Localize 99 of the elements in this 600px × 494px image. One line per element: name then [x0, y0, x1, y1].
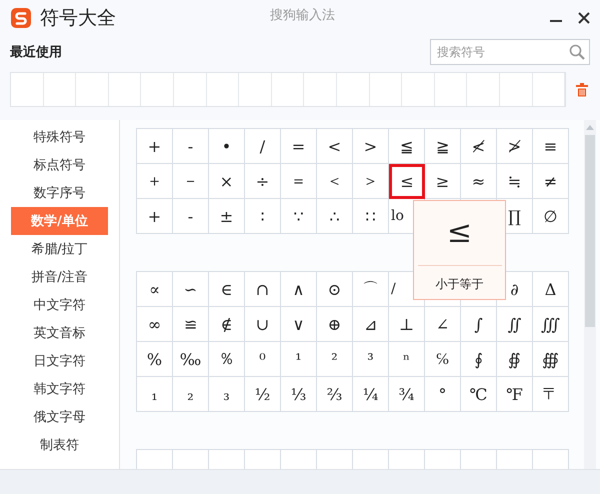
- symbol-cell[interactable]: <: [317, 129, 353, 164]
- trash-icon[interactable]: [576, 82, 588, 96]
- symbol-cell[interactable]: ＝: [281, 164, 317, 199]
- symbol-cell[interactable]: ∞: [137, 307, 173, 342]
- symbol-cell[interactable]: 〒: [533, 377, 569, 412]
- symbol-cell[interactable]: ∈: [209, 272, 245, 307]
- tooltip-name: 小于等于: [436, 276, 484, 293]
- symbol-cell[interactable]: ²: [317, 342, 353, 377]
- symbol-cell[interactable]: ∬: [497, 307, 533, 342]
- symbol-cell[interactable]: ⌒: [353, 272, 389, 307]
- symbol-cell[interactable]: °: [425, 377, 461, 412]
- symbol-cell[interactable]: =: [281, 129, 317, 164]
- section-label: 最近使用: [10, 44, 62, 61]
- scroll-up-icon[interactable]: [585, 123, 595, 131]
- symbol-cell[interactable]: ∭: [533, 307, 569, 342]
- symbol-cell[interactable]: ≠: [533, 164, 569, 199]
- symbol-cell[interactable]: ∧: [281, 272, 317, 307]
- symbol-cell[interactable]: ₁: [137, 377, 173, 412]
- symbol-cell[interactable]: ≌: [173, 307, 209, 342]
- symbol-cell[interactable]: ≮: [461, 129, 497, 164]
- symbol-cell[interactable]: -: [173, 199, 209, 234]
- symbol-cell[interactable]: ≈: [461, 164, 497, 199]
- symbol-cell[interactable]: ＞: [353, 164, 389, 199]
- symbol-cell[interactable]: ＋: [137, 164, 173, 199]
- symbol-cell[interactable]: ∩: [245, 272, 281, 307]
- symbol-cell[interactable]: ₂: [173, 377, 209, 412]
- symbol-cell[interactable]: ∽: [173, 272, 209, 307]
- symbol-cell[interactable]: ℅: [425, 342, 461, 377]
- symbol-cell[interactable]: ⁰: [245, 342, 281, 377]
- symbol-cell[interactable]: ∶: [245, 199, 281, 234]
- symbol-cell[interactable]: ⊿: [353, 307, 389, 342]
- symbol-cell[interactable]: ∨: [281, 307, 317, 342]
- symbol-cell[interactable]: ∉: [209, 307, 245, 342]
- symbol-cell[interactable]: ₃: [209, 377, 245, 412]
- scrollbar-thumb[interactable]: [585, 135, 595, 327]
- symbol-cell[interactable]: ÷: [245, 164, 281, 199]
- symbol-cell[interactable]: ≤: [389, 164, 425, 199]
- symbol-cell[interactable]: ‰: [173, 342, 209, 377]
- symbol-cell[interactable]: ⊥: [389, 307, 425, 342]
- symbol-cell[interactable]: ≡: [533, 129, 569, 164]
- category-item[interactable]: 制表符: [11, 431, 108, 459]
- category-item[interactable]: 标点符号: [11, 151, 108, 179]
- symbol-cell[interactable]: ¾: [389, 377, 425, 412]
- symbol-cell[interactable]: ∫: [461, 307, 497, 342]
- symbol-cell[interactable]: ℉: [497, 377, 533, 412]
- symbol-cell[interactable]: ∷: [353, 199, 389, 234]
- symbol-cell[interactable]: ×: [209, 164, 245, 199]
- symbol-cell[interactable]: >: [353, 129, 389, 164]
- symbol-cell[interactable]: ≧: [425, 129, 461, 164]
- category-item[interactable]: 数字序号: [11, 179, 108, 207]
- symbol-cell[interactable]: ∵: [281, 199, 317, 234]
- symbol-cell[interactable]: ⊙: [317, 272, 353, 307]
- symbol-cell[interactable]: %: [137, 342, 173, 377]
- symbol-cell[interactable]: ∠: [425, 307, 461, 342]
- symbol-cell[interactable]: ≥: [425, 164, 461, 199]
- symbol-cell[interactable]: ⊕: [317, 307, 353, 342]
- symbol-cell[interactable]: ³: [353, 342, 389, 377]
- symbol-cell[interactable]: ∝: [137, 272, 173, 307]
- symbol-cell[interactable]: ℃: [461, 377, 497, 412]
- symbol-cell[interactable]: ¼: [353, 377, 389, 412]
- symbol-cell[interactable]: ≯: [497, 129, 533, 164]
- symbol-cell[interactable]: ∮: [461, 342, 497, 377]
- category-item[interactable]: 特殊符号: [11, 123, 108, 151]
- symbol-cell[interactable]: Δ: [533, 272, 569, 307]
- tooltip-symbol: ≤: [446, 215, 472, 252]
- category-item[interactable]: 拼音/注音: [11, 263, 108, 291]
- close-icon[interactable]: [578, 12, 590, 24]
- symbol-cell[interactable]: ％: [209, 342, 245, 377]
- symbol-cell[interactable]: ⅔: [317, 377, 353, 412]
- symbol-cell[interactable]: ＜: [317, 164, 353, 199]
- window-title: 符号大全: [40, 6, 116, 31]
- symbol-cell[interactable]: ∪: [245, 307, 281, 342]
- symbol-cell[interactable]: ⁿ: [389, 342, 425, 377]
- symbol-cell[interactable]: ∰: [533, 342, 569, 377]
- logo-icon: [10, 7, 32, 29]
- category-item[interactable]: 英文音标: [11, 319, 108, 347]
- search-icon[interactable]: [569, 44, 585, 60]
- symbol-cell[interactable]: ½: [245, 377, 281, 412]
- search-field[interactable]: 搜索符号: [430, 39, 590, 65]
- app-name: 搜狗输入法: [270, 7, 335, 24]
- symbol-cell[interactable]: ≦: [389, 129, 425, 164]
- symbol-cell[interactable]: ≒: [497, 164, 533, 199]
- symbol-cell[interactable]: •: [209, 129, 245, 164]
- symbol-cell[interactable]: ∅: [533, 199, 569, 234]
- symbol-cell[interactable]: ±: [209, 199, 245, 234]
- symbol-cell[interactable]: +: [137, 199, 173, 234]
- category-item[interactable]: 俄文字母: [11, 403, 108, 431]
- category-item[interactable]: 日文字符: [11, 347, 108, 375]
- symbol-cell[interactable]: ∯: [497, 342, 533, 377]
- symbol-cell[interactable]: +: [137, 129, 173, 164]
- symbol-cell[interactable]: /: [245, 129, 281, 164]
- symbol-cell[interactable]: ⅓: [281, 377, 317, 412]
- symbol-cell[interactable]: ¹: [281, 342, 317, 377]
- symbol-cell[interactable]: ∴: [317, 199, 353, 234]
- category-item[interactable]: 中文字符: [11, 291, 108, 319]
- symbol-cell[interactable]: －: [173, 164, 209, 199]
- category-item[interactable]: 希腊/拉丁: [11, 235, 108, 263]
- symbol-cell[interactable]: -: [173, 129, 209, 164]
- category-item[interactable]: 韩文字符: [11, 375, 108, 403]
